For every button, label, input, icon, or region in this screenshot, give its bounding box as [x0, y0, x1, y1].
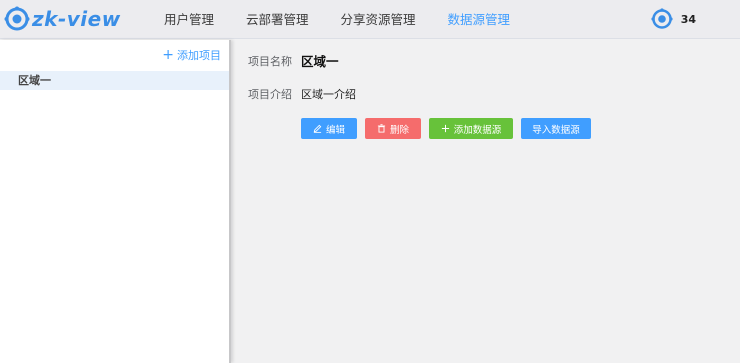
delete-button-label: 删除 [389, 124, 409, 136]
nav-item-user-management[interactable]: 用户管理 [148, 0, 230, 39]
project-name-label: 项目名称 [248, 54, 292, 68]
project-desc-row: 项目介绍 区域一介绍 [248, 86, 356, 102]
add-datasource-button[interactable]: 添加数据源 [429, 118, 513, 139]
project-name-value: 区域一 [301, 54, 339, 69]
edit-button-label: 编辑 [325, 124, 345, 136]
project-desc-value: 区域一介绍 [301, 88, 356, 101]
import-datasource-label: 导入数据源 [532, 124, 580, 136]
project-desc-label: 项目介绍 [248, 88, 292, 101]
add-project-button[interactable]: + 添加项目 [162, 47, 221, 63]
project-sidebar: + 添加项目 区域一 [0, 40, 231, 363]
nav-item-cloud-deploy[interactable]: 云部署管理 [230, 0, 325, 39]
edit-icon [313, 124, 322, 133]
project-tree-item[interactable]: 区域一 [0, 71, 229, 90]
logo-circle-icon [4, 6, 30, 31]
trash-icon [377, 124, 386, 133]
delete-button[interactable]: 删除 [365, 118, 421, 139]
add-project-label: 添加项目 [177, 49, 221, 62]
user-area[interactable]: 34 [651, 8, 696, 30]
logo-text: zk-view [32, 7, 121, 31]
edit-button[interactable]: 编辑 [301, 118, 357, 139]
plus-icon [441, 124, 450, 133]
target-circle-icon [651, 8, 673, 29]
project-name-row: 项目名称 区域一 [248, 51, 339, 70]
plus-icon: + [162, 47, 174, 63]
action-buttons: 编辑 删除 添加数据源 导入数据源 [301, 118, 599, 139]
add-datasource-label: 添加数据源 [453, 124, 502, 136]
app-logo[interactable]: zk-view [4, 5, 121, 33]
top-header: zk-view 用户管理 云部署管理 分享资源管理 数据源管理 34 [0, 0, 740, 39]
user-count: 34 [680, 12, 696, 26]
main-nav: 用户管理 云部署管理 分享资源管理 数据源管理 [148, 0, 526, 39]
project-detail-panel: 项目名称 区域一 项目介绍 区域一介绍 编辑 删除 添加数据源 导入数据源 [233, 40, 740, 363]
import-datasource-button[interactable]: 导入数据源 [521, 118, 591, 139]
nav-item-shared-resources[interactable]: 分享资源管理 [325, 0, 432, 39]
nav-item-datasource-management[interactable]: 数据源管理 [432, 0, 527, 39]
